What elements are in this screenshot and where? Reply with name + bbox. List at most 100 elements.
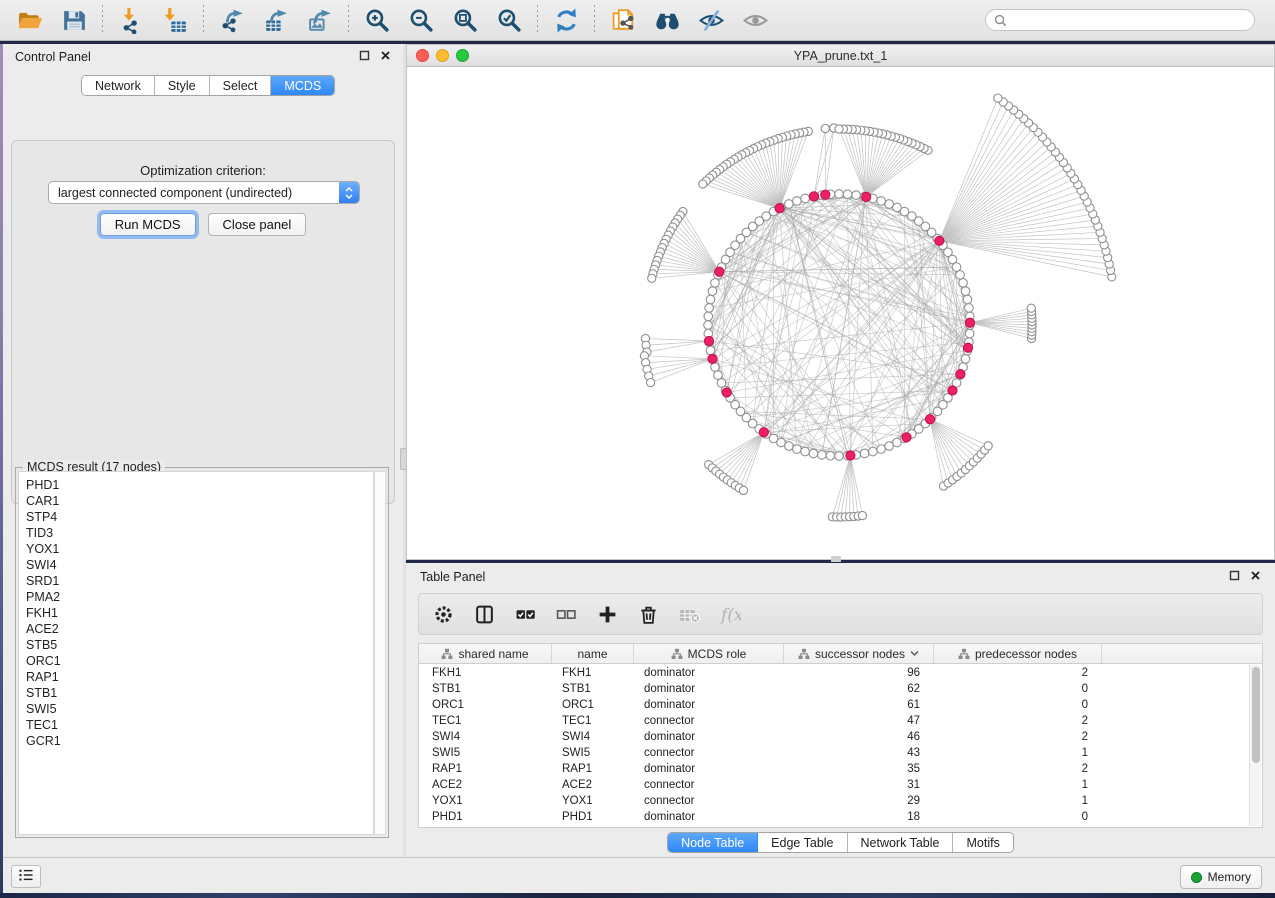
- memory-button[interactable]: Memory: [1180, 865, 1262, 889]
- cell-name[interactable]: ORC1: [552, 699, 634, 711]
- graph-node[interactable]: [961, 287, 970, 296]
- graph-node[interactable]: [877, 445, 886, 454]
- zoom-fit-icon[interactable]: [450, 5, 480, 35]
- graph-mcds-hub-node[interactable]: [715, 267, 724, 276]
- graph-node[interactable]: [965, 329, 974, 338]
- network-window-titlebar[interactable]: YPA_prune.txt_1: [407, 45, 1274, 67]
- cell-successor-nodes[interactable]: 31: [784, 779, 934, 791]
- table-row[interactable]: STB1STB1dominator620: [419, 681, 1262, 697]
- mcds-result-item[interactable]: SWI4: [26, 557, 373, 573]
- cell-name[interactable]: SWI4: [552, 731, 634, 743]
- graph-node[interactable]: [801, 447, 810, 456]
- table-row[interactable]: ORC1ORC1dominator610: [419, 697, 1262, 713]
- graph-mcds-hub-node[interactable]: [775, 204, 784, 213]
- graph-leaf-node[interactable]: [647, 378, 655, 386]
- cell-MCDS-role[interactable]: dominator: [634, 683, 784, 695]
- graph-mcds-hub-node[interactable]: [935, 236, 944, 245]
- zoom-selected-icon[interactable]: [494, 5, 524, 35]
- table-scrollbar[interactable]: [1249, 665, 1261, 826]
- cell-predecessor-nodes[interactable]: 1: [934, 795, 1102, 807]
- network-canvas[interactable]: [407, 67, 1274, 559]
- cell-MCDS-role[interactable]: connector: [634, 747, 784, 759]
- table-row[interactable]: SWI5SWI5connector431: [419, 745, 1262, 761]
- column-header-MCDS-role[interactable]: MCDS role: [634, 644, 784, 663]
- cell-predecessor-nodes[interactable]: 2: [934, 731, 1102, 743]
- mcds-result-item[interactable]: TEC1: [26, 717, 373, 733]
- cell-MCDS-role[interactable]: dominator: [634, 667, 784, 679]
- cell-predecessor-nodes[interactable]: 0: [934, 699, 1102, 711]
- graph-leaf-node[interactable]: [858, 511, 866, 519]
- column-header-successor-nodes[interactable]: successor nodes: [784, 644, 934, 663]
- graph-leaf-node[interactable]: [739, 486, 747, 494]
- save-session-icon[interactable]: [59, 5, 89, 35]
- cell-predecessor-nodes[interactable]: 1: [934, 779, 1102, 791]
- refresh-icon[interactable]: [551, 5, 581, 35]
- close-panel-icon[interactable]: [380, 50, 391, 64]
- graph-leaf-node[interactable]: [984, 442, 992, 450]
- float-panel-icon[interactable]: [359, 50, 370, 64]
- cell-shared-name[interactable]: PHD1: [419, 811, 552, 823]
- tab-node-table[interactable]: Node Table: [668, 833, 758, 852]
- graph-leaf-node[interactable]: [1027, 304, 1035, 312]
- table-row[interactable]: YOX1YOX1connector291: [419, 793, 1262, 809]
- cell-predecessor-nodes[interactable]: 0: [934, 811, 1102, 823]
- graph-node[interactable]: [711, 279, 720, 288]
- graph-mcds-hub-node[interactable]: [708, 354, 717, 363]
- graph-node[interactable]: [852, 191, 861, 200]
- table-row[interactable]: RAP1RAP1dominator352: [419, 761, 1262, 777]
- tab-style[interactable]: Style: [155, 76, 210, 95]
- import-table-icon[interactable]: [160, 5, 190, 35]
- graph-mcds-hub-node[interactable]: [963, 343, 972, 352]
- graph-mcds-hub-node[interactable]: [846, 451, 855, 460]
- graph-node[interactable]: [705, 304, 714, 313]
- mcds-result-item[interactable]: RAP1: [26, 669, 373, 685]
- cell-successor-nodes[interactable]: 43: [784, 747, 934, 759]
- mcds-result-item[interactable]: ORC1: [26, 653, 373, 669]
- cell-MCDS-role[interactable]: connector: [634, 715, 784, 727]
- graph-mcds-hub-node[interactable]: [956, 369, 965, 378]
- graph-leaf-node[interactable]: [648, 274, 656, 282]
- graph-node[interactable]: [706, 295, 715, 304]
- graph-node[interactable]: [818, 451, 827, 460]
- mcds-result-item[interactable]: ACE2: [26, 621, 373, 637]
- cell-name[interactable]: ACE2: [552, 779, 634, 791]
- add-column-icon[interactable]: [595, 603, 619, 625]
- cell-name[interactable]: FKH1: [552, 667, 634, 679]
- mcds-result-item[interactable]: GCR1: [26, 733, 373, 749]
- tab-network-table[interactable]: Network Table: [848, 833, 954, 852]
- import-network-icon[interactable]: [116, 5, 146, 35]
- table-row[interactable]: FKH1FKH1dominator962: [419, 665, 1262, 681]
- cell-MCDS-role[interactable]: dominator: [634, 731, 784, 743]
- cell-predecessor-nodes[interactable]: 2: [934, 763, 1102, 775]
- cell-shared-name[interactable]: TEC1: [419, 715, 552, 727]
- criterion-dropdown[interactable]: largest connected component (undirected): [48, 181, 360, 204]
- graph-node[interactable]: [809, 449, 818, 458]
- cell-successor-nodes[interactable]: 29: [784, 795, 934, 807]
- graph-mcds-hub-node[interactable]: [965, 318, 974, 327]
- graph-node[interactable]: [785, 442, 794, 451]
- column-header-predecessor-nodes[interactable]: predecessor nodes: [934, 644, 1102, 663]
- mcds-result-item[interactable]: SRD1: [26, 573, 373, 589]
- cell-successor-nodes[interactable]: 62: [784, 683, 934, 695]
- cell-shared-name[interactable]: RAP1: [419, 763, 552, 775]
- float-table-panel-icon[interactable]: [1229, 570, 1240, 584]
- graph-node[interactable]: [704, 321, 713, 330]
- export-image-icon[interactable]: [305, 5, 335, 35]
- graph-mcds-hub-node[interactable]: [759, 428, 768, 437]
- table-row[interactable]: ACE2ACE2connector311: [419, 777, 1262, 793]
- cell-MCDS-role[interactable]: dominator: [634, 763, 784, 775]
- cell-successor-nodes[interactable]: 61: [784, 699, 934, 711]
- tab-mcds[interactable]: MCDS: [271, 76, 334, 95]
- cell-successor-nodes[interactable]: 46: [784, 731, 934, 743]
- table-row[interactable]: SWI4SWI4dominator462: [419, 729, 1262, 745]
- close-table-panel-icon[interactable]: [1250, 570, 1261, 584]
- close-panel-button[interactable]: Close panel: [208, 213, 307, 236]
- graph-node[interactable]: [835, 190, 844, 199]
- cell-name[interactable]: STB1: [552, 683, 634, 695]
- graph-mcds-hub-node[interactable]: [902, 433, 911, 442]
- graph-node[interactable]: [961, 355, 970, 364]
- mcds-result-scrollbar[interactable]: [374, 471, 386, 835]
- cell-successor-nodes[interactable]: 96: [784, 667, 934, 679]
- cell-name[interactable]: YOX1: [552, 795, 634, 807]
- cell-name[interactable]: SWI5: [552, 747, 634, 759]
